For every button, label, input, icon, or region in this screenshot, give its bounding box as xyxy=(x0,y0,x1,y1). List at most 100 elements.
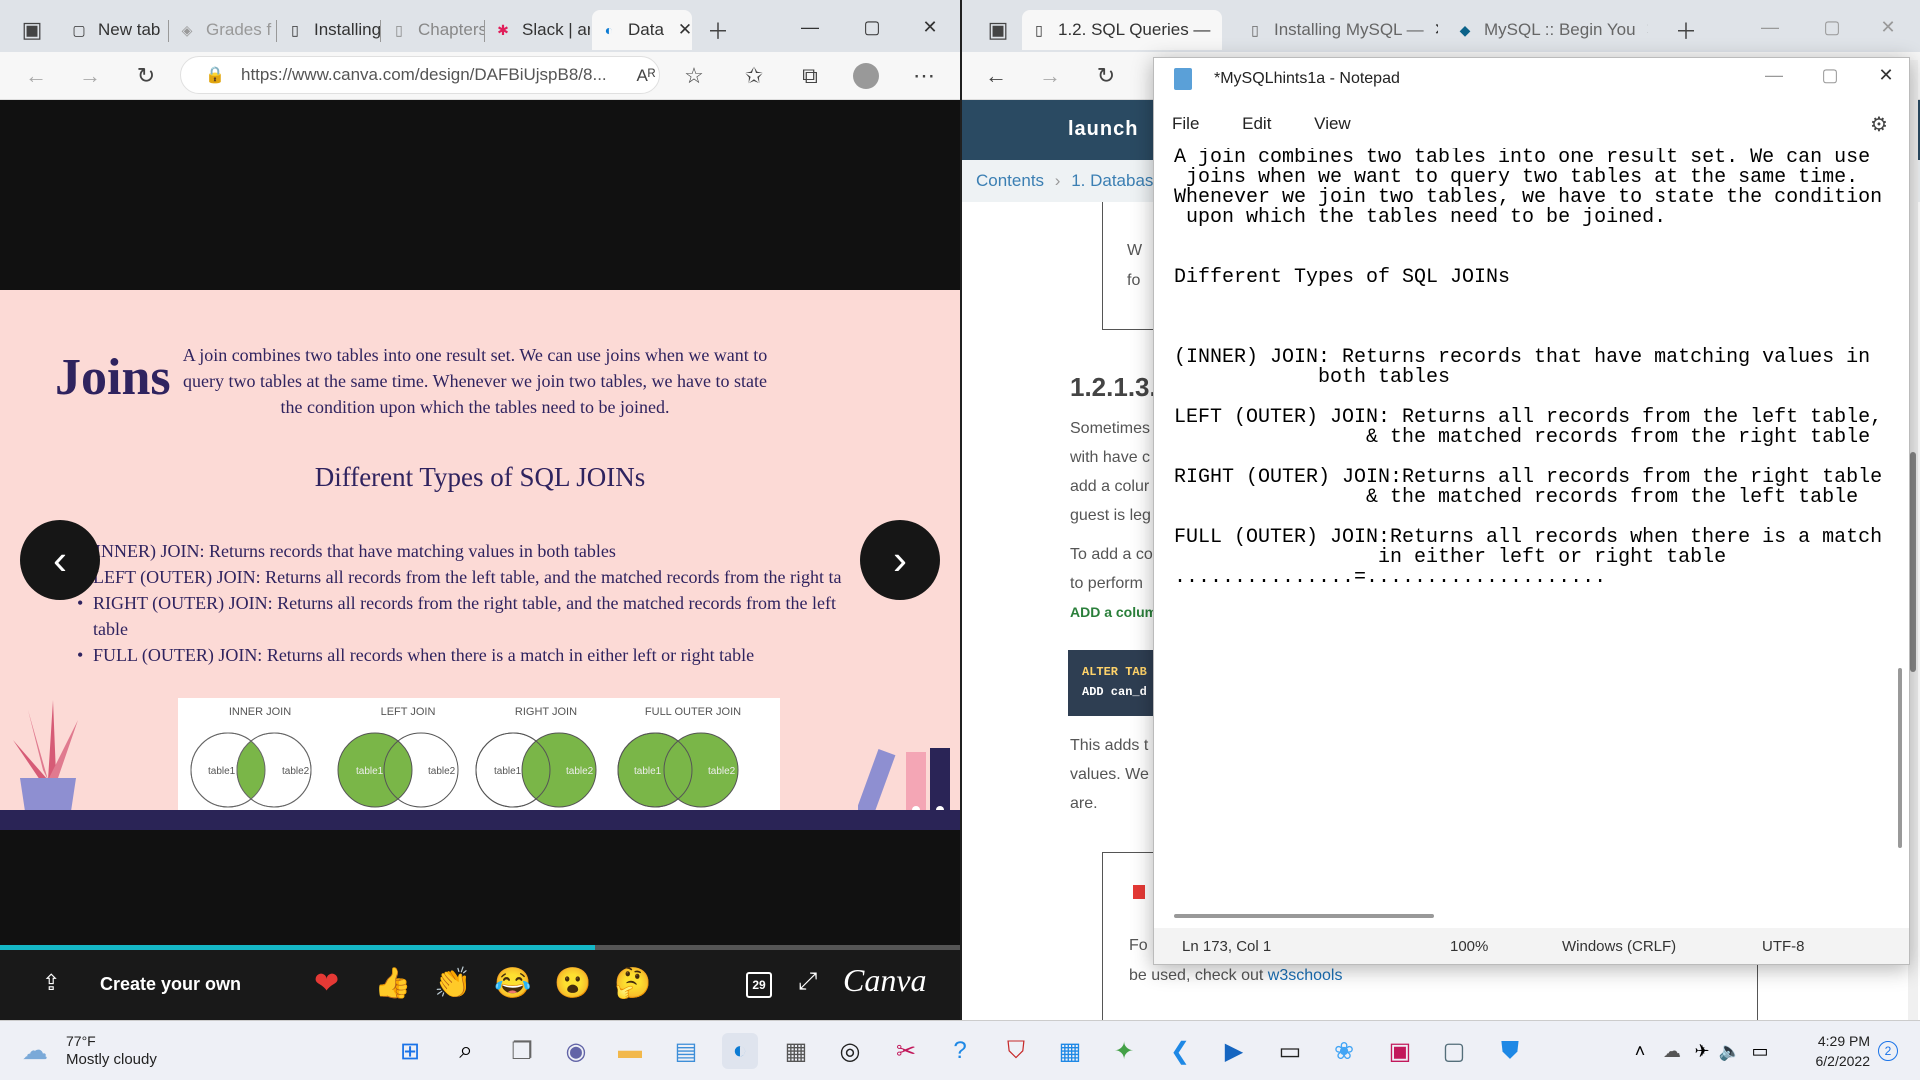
intellij-icon[interactable]: ▣ xyxy=(1382,1033,1418,1069)
tab-installing[interactable]: ▯ Installing xyxy=(278,10,380,50)
mcafee-icon[interactable]: ⛉ xyxy=(998,1033,1034,1069)
window-title: *MySQLhints1a - Notepad xyxy=(1214,70,1400,87)
tab-new[interactable]: ▢ New tab xyxy=(62,10,164,50)
git-kraken-icon[interactable]: ✦ xyxy=(1106,1033,1142,1069)
file-explorer-icon[interactable]: ▬ xyxy=(612,1033,648,1069)
laugh-reaction-icon[interactable]: 😂 xyxy=(494,966,531,1001)
close-tab-icon[interactable]: ✕ xyxy=(1220,20,1222,40)
search-icon[interactable]: ⌕ xyxy=(448,1033,484,1069)
thinking-reaction-icon[interactable]: 🤔 xyxy=(614,966,651,1001)
vscode-icon[interactable]: ❮ xyxy=(1162,1033,1198,1069)
minimize-button[interactable]: — xyxy=(1754,60,1794,90)
new-tab-button[interactable]: ＋ xyxy=(1672,16,1700,44)
menu-edit[interactable]: Edit xyxy=(1242,114,1271,133)
maximize-button[interactable]: ▢ xyxy=(1812,12,1852,42)
tab-data-active[interactable]: ◐ Data ✕ xyxy=(592,10,692,50)
horizontal-scrollbar[interactable] xyxy=(1174,914,1434,918)
tab-installing-mysql[interactable]: ▯ Installing MySQL — ✕ xyxy=(1238,10,1438,50)
forward-icon[interactable]: → xyxy=(1036,62,1064,90)
breadcrumb-contents[interactable]: Contents xyxy=(976,171,1044,190)
close-tab-icon[interactable]: ✕ xyxy=(678,20,692,40)
close-window-button[interactable]: ✕ xyxy=(1866,60,1906,90)
chat-icon[interactable]: ◉ xyxy=(558,1033,594,1069)
refresh-icon[interactable]: ↻ xyxy=(1092,62,1120,90)
store-icon[interactable]: ▦ xyxy=(778,1033,814,1069)
notification-badge[interactable]: 2 xyxy=(1878,1041,1898,1061)
calendar-icon[interactable]: ▦ xyxy=(1052,1033,1088,1069)
remote-desktop-icon[interactable]: ▢ xyxy=(1436,1033,1472,1069)
security-shield-icon[interactable]: ⛊ xyxy=(1492,1033,1528,1069)
page-number-icon[interactable]: 29 xyxy=(746,972,772,998)
next-slide-button[interactable]: › xyxy=(860,520,940,600)
profile-avatar[interactable] xyxy=(852,62,880,90)
app-icon[interactable]: ❀ xyxy=(1326,1033,1362,1069)
maximize-button[interactable]: ▢ xyxy=(852,12,892,42)
close-window-button[interactable]: ✕ xyxy=(1868,12,1908,42)
surprised-reaction-icon[interactable]: 😮 xyxy=(554,966,591,1001)
create-your-own-button[interactable]: Create your own xyxy=(100,974,241,995)
terminal-icon[interactable]: ▭ xyxy=(1272,1033,1308,1069)
edge-browser-icon[interactable]: ◐ xyxy=(722,1033,758,1069)
weather-widget[interactable]: ☁ 77°F Mostly cloudy xyxy=(22,1031,192,1071)
canva-bottom-bar: ⇪ Create your own ❤ 👍 👏 😂 😮 🤔 29 ⤢ Canva xyxy=(0,950,960,1020)
chevron-up-icon[interactable]: ˄ xyxy=(1622,1033,1658,1069)
thumbs-up-reaction-icon[interactable]: 👍 xyxy=(374,966,411,1001)
menu-file[interactable]: File xyxy=(1172,114,1199,133)
maximize-button[interactable]: ▢ xyxy=(1810,60,1850,90)
notepad-text-area[interactable]: A join combines two tables into one resu… xyxy=(1174,148,1884,868)
forward-icon[interactable]: → xyxy=(76,62,104,90)
close-window-button[interactable]: ✕ xyxy=(910,12,950,42)
previous-slide-button[interactable]: ‹ xyxy=(20,520,100,600)
scrollbar-thumb[interactable] xyxy=(1910,452,1916,672)
address-bar[interactable]: 🔒 https://www.canva.com/design/DAFBiUjsp… xyxy=(180,56,660,94)
task-view-icon[interactable]: ❐ xyxy=(504,1033,540,1069)
collections-icon[interactable]: ⧉ xyxy=(796,62,824,90)
snipping-tool-icon[interactable]: ✂ xyxy=(888,1033,924,1069)
tab-actions-icon[interactable]: ▣ xyxy=(18,16,46,44)
heart-reaction-icon[interactable]: ❤ xyxy=(314,966,339,1001)
close-tab-icon[interactable]: ✕ xyxy=(1646,20,1648,40)
clap-reaction-icon[interactable]: 👏 xyxy=(434,966,471,1001)
body-line: with have c xyxy=(1070,449,1151,466)
edge-icon: ◐ xyxy=(604,22,614,38)
settings-gear-icon[interactable]: ⚙ xyxy=(1870,112,1888,137)
refresh-icon[interactable]: ↻ xyxy=(132,62,160,90)
close-tab-icon[interactable]: ✕ xyxy=(1434,20,1438,40)
notification-count: 2 xyxy=(1884,1044,1892,1058)
address-toolbar: ← → ↻ 🔒 https://www.canva.com/design/DAF… xyxy=(0,52,960,100)
start-icon[interactable]: ⊞ xyxy=(392,1033,428,1069)
w3schools-link[interactable]: w3schools xyxy=(1268,967,1343,984)
battery-icon[interactable]: ▭ xyxy=(1742,1033,1778,1069)
powershell-icon[interactable]: ▶ xyxy=(1216,1033,1252,1069)
favorite-add-icon[interactable]: ☆ xyxy=(680,62,708,90)
notepad-app-icon[interactable]: ▤ xyxy=(668,1033,704,1069)
tab-mysql-begin[interactable]: ◆ MySQL :: Begin You ✕ xyxy=(1448,10,1648,50)
breadcrumb-databases[interactable]: 1. Databas xyxy=(1071,171,1153,190)
share-icon[interactable]: ⇪ xyxy=(42,970,60,996)
tab-label: Chapters xyxy=(418,20,484,39)
tab-slack[interactable]: ✱ Slack | ar xyxy=(486,10,590,50)
help-icon[interactable]: ? xyxy=(942,1033,978,1069)
vertical-scrollbar[interactable] xyxy=(1898,668,1902,848)
tab-actions-icon[interactable]: ▣ xyxy=(984,16,1012,44)
favorites-icon[interactable]: ✩ xyxy=(740,62,768,90)
menu-view[interactable]: View xyxy=(1314,114,1351,133)
back-icon[interactable]: ← xyxy=(22,62,50,90)
tab-sql-queries[interactable]: ▯ 1.2. SQL Queries — ✕ xyxy=(1022,10,1222,50)
fullscreen-icon[interactable]: ⤢ xyxy=(798,968,817,996)
more-menu-icon[interactable]: ⋯ xyxy=(910,62,938,90)
clock[interactable]: 4:29 PM 6/2/2022 xyxy=(1790,1031,1871,1071)
github-icon[interactable]: ◎ xyxy=(832,1033,868,1069)
body-line: are. xyxy=(1070,795,1098,812)
weather-temp: 77°F xyxy=(66,1033,96,1049)
lock-icon: 🔒 xyxy=(205,67,225,84)
new-tab-button[interactable]: ＋ xyxy=(704,16,732,44)
back-icon[interactable]: ← xyxy=(982,62,1010,90)
brand-logo[interactable]: launch xyxy=(1068,118,1138,141)
tab-grades[interactable]: ◈ Grades f xyxy=(170,10,274,50)
read-aloud-icon[interactable]: Aᴿ xyxy=(632,62,660,90)
minimize-button[interactable]: — xyxy=(790,12,830,42)
minimize-button[interactable]: — xyxy=(1750,12,1790,42)
slack-icon: ✱ xyxy=(497,21,509,38)
tab-chapters[interactable]: ▯ Chapters xyxy=(382,10,484,50)
